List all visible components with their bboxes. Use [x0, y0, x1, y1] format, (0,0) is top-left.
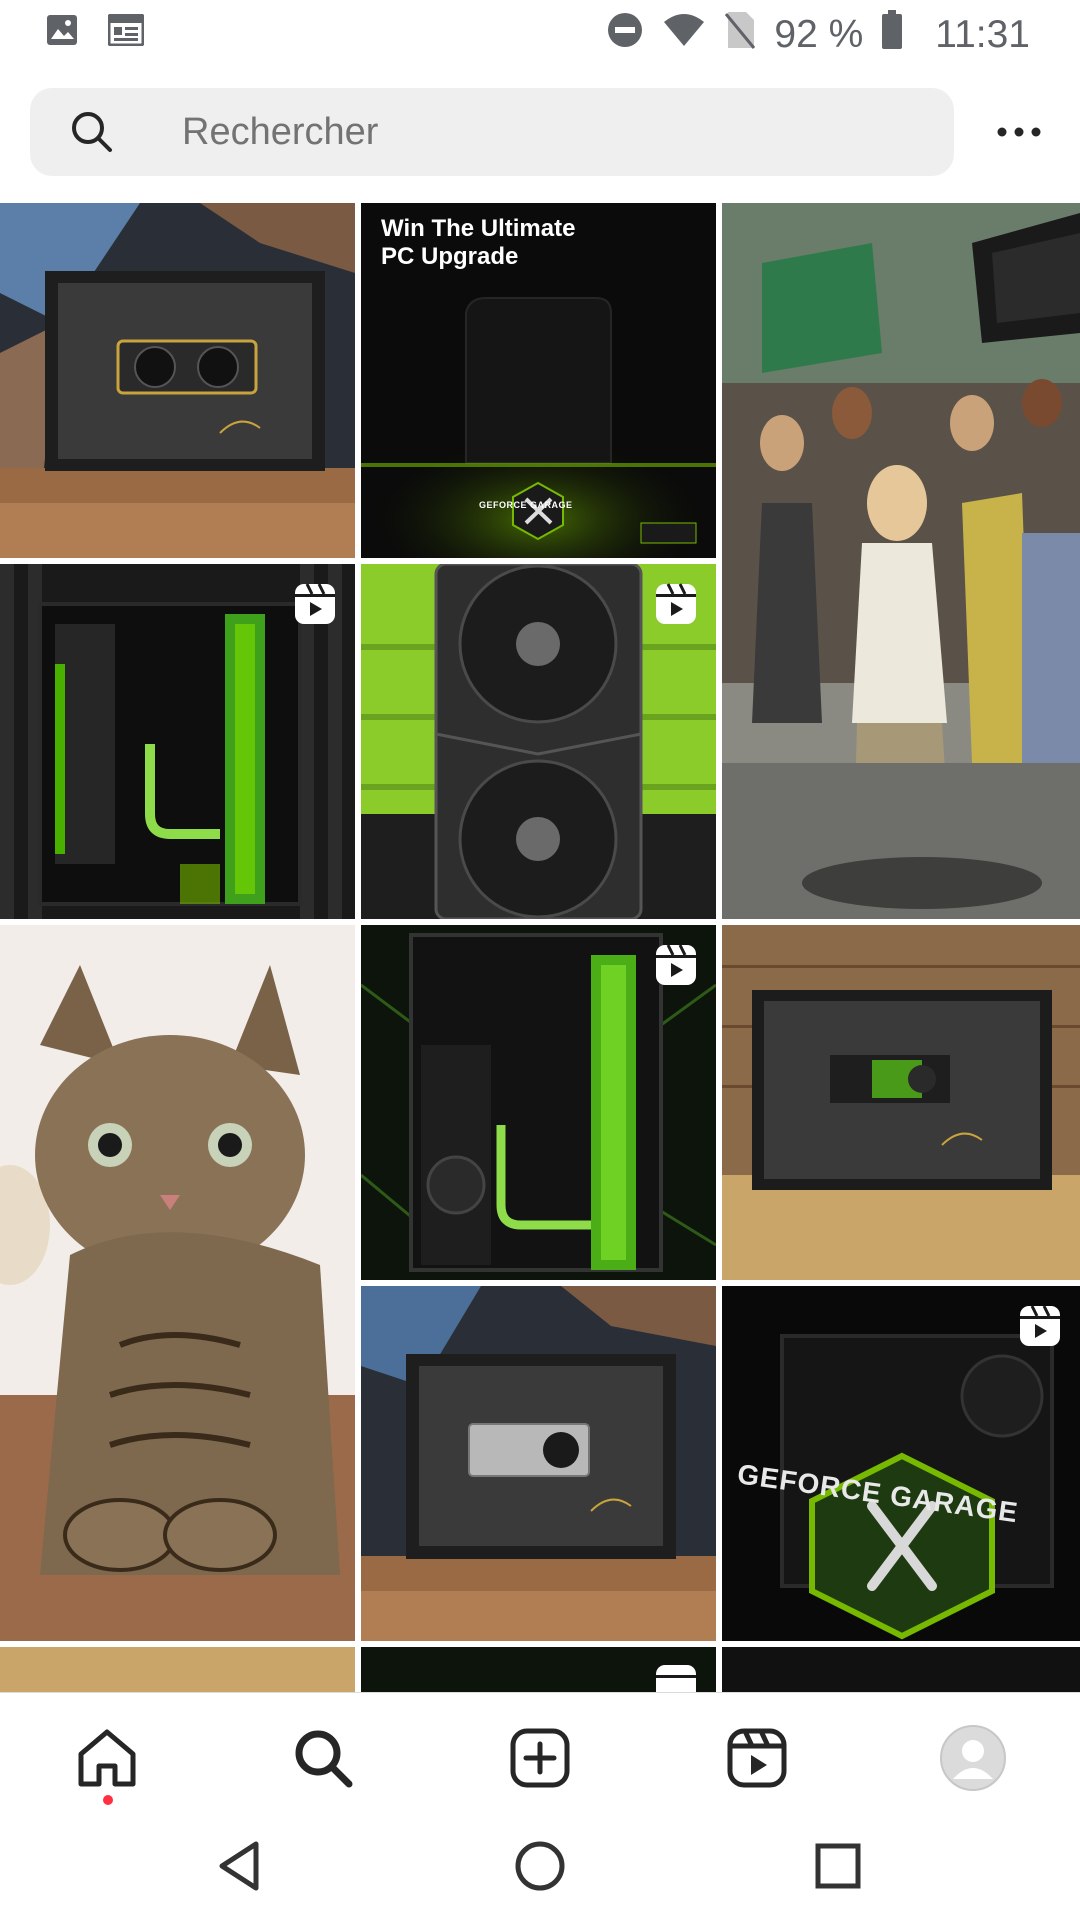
reels-icon — [654, 1663, 698, 1692]
recents-icon — [815, 1843, 861, 1889]
framed-gpu-2017-image — [361, 1286, 716, 1641]
grid-tile-green-pc-build-2[interactable] — [361, 925, 716, 1280]
framed-gpu-2006-image — [722, 925, 1080, 1280]
grid-tile-win-pc-upgrade[interactable]: Win The Ultimate PC Upgrade GEFORCE GARA… — [361, 203, 716, 558]
clock: 11:31 — [935, 13, 1030, 56]
nav-create[interactable] — [505, 1723, 575, 1793]
grid-tile-gpu-closeup[interactable] — [361, 564, 716, 919]
search-input[interactable] — [152, 102, 942, 162]
wifi-icon — [662, 12, 706, 58]
more-horizontal-icon — [997, 127, 1041, 137]
reels-icon — [1018, 1304, 1062, 1348]
grid-tile-partial-1[interactable] — [0, 1647, 355, 1692]
back-icon — [219, 1841, 259, 1891]
nav-reels[interactable] — [722, 1723, 792, 1793]
nav-search[interactable] — [288, 1723, 358, 1793]
grid-tile-framed-gpu-2017[interactable] — [361, 1286, 716, 1641]
status-bar: 92 % 11:31 — [0, 0, 1080, 66]
protest-image — [722, 203, 1080, 919]
search-row — [0, 88, 1080, 178]
android-nav-bar — [0, 1812, 1080, 1920]
cat-image — [0, 925, 355, 1641]
add-square-icon — [510, 1728, 570, 1788]
grid-tile-framed-gpu-2006[interactable] — [722, 925, 1080, 1280]
battery-percent: 92 % — [774, 13, 864, 56]
do-not-disturb-icon — [606, 11, 644, 59]
bottom-nav — [0, 1692, 1080, 1813]
promo-title-line-2: PC Upgrade — [381, 243, 519, 270]
reels-icon — [293, 582, 337, 626]
home-button[interactable] — [510, 1836, 570, 1896]
no-sim-icon — [724, 10, 756, 60]
garage-badge-text: GEFORCE GARAGE — [479, 500, 573, 510]
search-box[interactable] — [30, 88, 954, 176]
home-circle-icon — [515, 1841, 565, 1891]
framed-gpu-image — [0, 203, 355, 558]
news-icon — [107, 13, 145, 51]
recents-button[interactable] — [808, 1836, 868, 1896]
reels-icon — [727, 1728, 787, 1788]
search-icon — [70, 110, 114, 159]
reels-icon — [654, 943, 698, 987]
notification-dot — [103, 1795, 113, 1805]
grid-tile-partial-3[interactable] — [722, 1647, 1080, 1692]
nav-profile[interactable] — [938, 1723, 1008, 1793]
image-icon — [46, 14, 78, 51]
more-options-button[interactable] — [994, 112, 1044, 152]
promo-title-line-1: Win The Ultimate — [381, 215, 576, 242]
battery-icon — [881, 10, 903, 60]
reels-icon — [654, 582, 698, 626]
explore-grid: Win The Ultimate PC Upgrade GEFORCE GARA… — [0, 203, 1080, 1692]
avatar — [940, 1725, 1006, 1791]
grid-tile-partial-2[interactable] — [361, 1647, 716, 1692]
grid-tile-green-pc-build[interactable] — [0, 564, 355, 919]
grid-tile-framed-gpu-2018[interactable] — [0, 203, 355, 558]
grid-tile-cat-photo[interactable] — [0, 925, 355, 1641]
search-icon — [295, 1730, 353, 1788]
promo-title: Win The Ultimate PC Upgrade — [381, 215, 575, 271]
back-button[interactable] — [210, 1836, 270, 1896]
grid-tile-protest-photo[interactable] — [722, 203, 1080, 919]
grid-tile-geforce-garage-logo[interactable]: GEFORCE GARAGE — [722, 1286, 1080, 1641]
nav-home[interactable] — [72, 1723, 142, 1805]
home-icon — [78, 1729, 136, 1787]
